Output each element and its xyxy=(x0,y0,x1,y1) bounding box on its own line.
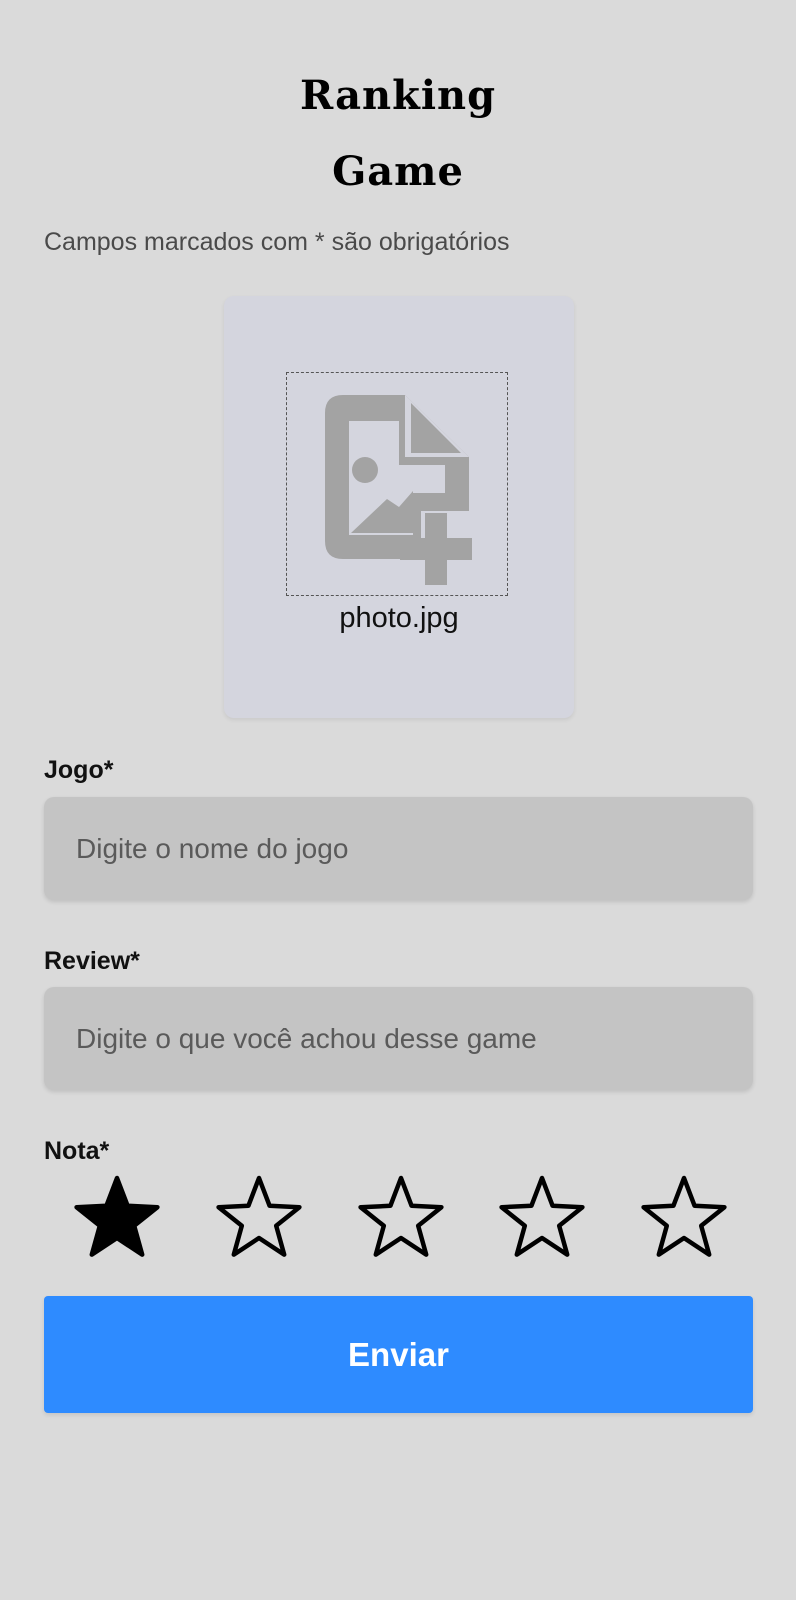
game-name-input[interactable] xyxy=(44,797,753,900)
app-title-line1: Ranking xyxy=(299,72,497,119)
rating-stars xyxy=(44,1172,753,1262)
review-label: Review* xyxy=(44,947,140,975)
rating-label: Nota* xyxy=(44,1137,110,1165)
review-input[interactable] xyxy=(44,987,753,1090)
submit-button[interactable]: Enviar xyxy=(44,1296,753,1413)
review-form-screen: Ranking Game Campos marcados com * são o… xyxy=(0,0,796,1600)
photo-picker[interactable]: photo.jpg xyxy=(224,296,574,718)
star-outline-icon[interactable] xyxy=(214,1172,304,1262)
star-outline-icon[interactable] xyxy=(356,1172,446,1262)
photo-filename: photo.jpg xyxy=(339,602,459,634)
star-outline-icon[interactable] xyxy=(497,1172,587,1262)
star-filled-icon[interactable] xyxy=(72,1172,162,1262)
app-title: Ranking Game xyxy=(0,58,796,210)
app-title-line2: Game xyxy=(332,148,464,195)
game-label: Jogo* xyxy=(44,756,114,784)
add-photo-file-icon[interactable] xyxy=(286,372,508,596)
required-fields-hint: Campos marcados com * são obrigatórios xyxy=(44,228,510,256)
star-outline-icon[interactable] xyxy=(639,1172,729,1262)
